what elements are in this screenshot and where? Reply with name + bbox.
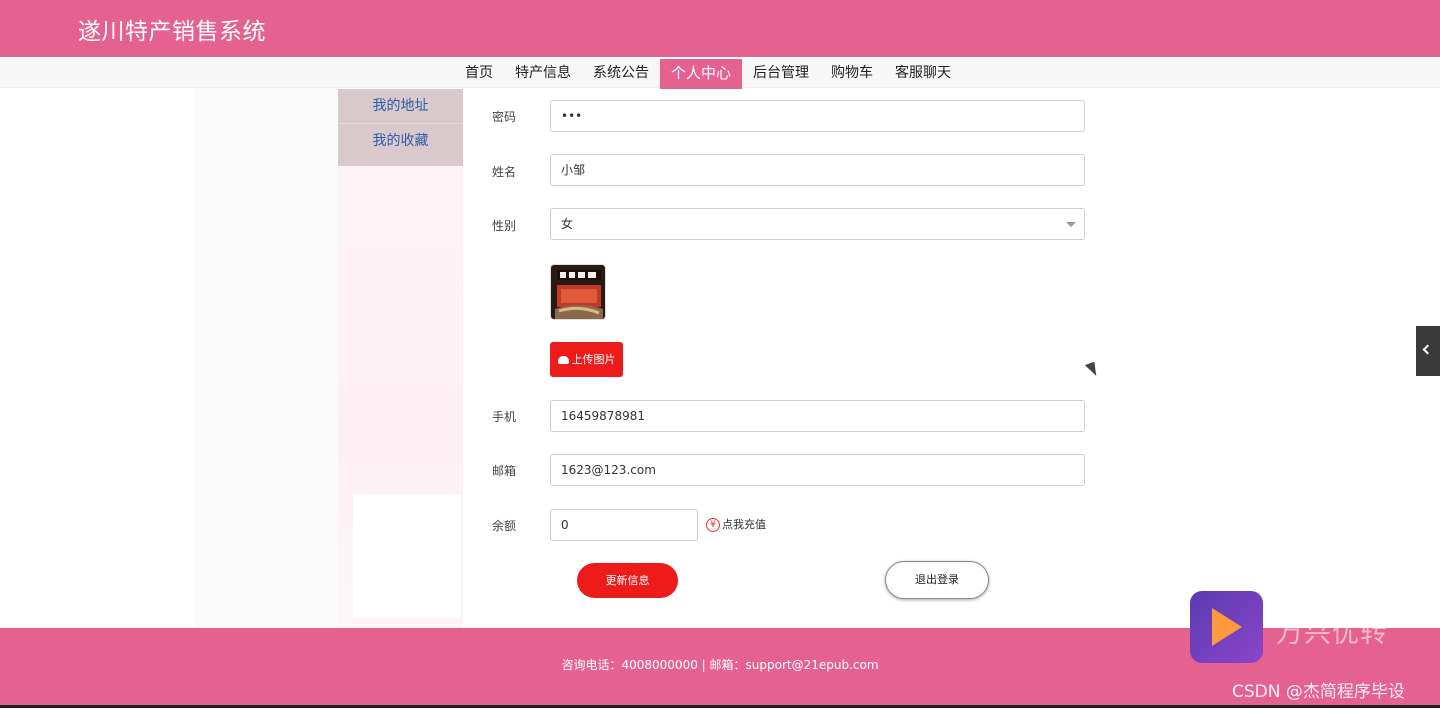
- nav-item-announcements[interactable]: 系统公告: [582, 59, 660, 88]
- watermark-logo-icon: [1190, 591, 1263, 663]
- top-nav: 首页 特产信息 系统公告 个人中心 后台管理 购物车 客服聊天: [0, 59, 1440, 89]
- phone-field[interactable]: 16459878981: [550, 400, 1085, 432]
- name-field[interactable]: 小邹: [550, 154, 1085, 186]
- nav-items: 首页 特产信息 系统公告 个人中心 后台管理 购物车 客服聊天: [454, 59, 962, 89]
- watermark-app-name: 万兴优转: [1276, 618, 1388, 649]
- nav-item-cart[interactable]: 购物车: [820, 59, 884, 88]
- sidebar: 我的地址 我的收藏: [338, 89, 463, 166]
- name-label: 姓名: [492, 165, 517, 179]
- password-label: 密码: [492, 110, 517, 124]
- nav-item-products[interactable]: 特产信息: [504, 59, 582, 88]
- logout-button[interactable]: 退出登录: [885, 561, 989, 599]
- upload-image-button[interactable]: 上传图片: [550, 342, 623, 377]
- recharge-label: 点我充值: [722, 518, 766, 531]
- phone-label: 手机: [492, 410, 517, 424]
- gender-select[interactable]: 女: [550, 208, 1085, 240]
- watermark-csdn: CSDN @杰简程序毕设: [1232, 682, 1405, 702]
- cloud-upload-icon: [557, 356, 569, 364]
- chevron-down-icon: [1066, 222, 1076, 227]
- side-panel-toggle[interactable]: [1416, 326, 1440, 376]
- upload-image-label: 上传图片: [571, 353, 616, 366]
- email-label: 邮箱: [492, 464, 517, 478]
- background-panel-sidebar-white: [353, 494, 461, 618]
- avatar-image: [550, 264, 606, 320]
- balance-label: 余额: [492, 519, 517, 533]
- email-field[interactable]: 1623@123.com: [550, 454, 1085, 486]
- header-bar: 遂川特产销售系统: [0, 0, 1440, 57]
- chevron-left-icon: [1422, 344, 1433, 355]
- yen-coin-icon: ¥: [706, 518, 720, 532]
- recharge-link[interactable]: ¥ 点我充值: [706, 516, 766, 532]
- sidebar-item-my-favorites[interactable]: 我的收藏: [338, 123, 463, 157]
- site-title: 遂川特产销售系统: [78, 19, 266, 45]
- nav-item-admin[interactable]: 后台管理: [742, 59, 820, 88]
- sidebar-item-my-address[interactable]: 我的地址: [338, 89, 463, 123]
- page: 遂川特产销售系统 首页 特产信息 系统公告 个人中心 后台管理 购物车 客服聊天…: [0, 0, 1440, 708]
- nav-item-personal-center[interactable]: 个人中心: [660, 59, 743, 89]
- gender-select-value: 女: [561, 217, 574, 231]
- update-info-button[interactable]: 更新信息: [577, 563, 678, 598]
- mouse-cursor-icon: [1084, 361, 1100, 379]
- gender-label: 性别: [492, 219, 517, 233]
- password-field[interactable]: •••: [550, 100, 1085, 132]
- nav-item-home[interactable]: 首页: [454, 59, 504, 88]
- nav-item-customer-chat[interactable]: 客服聊天: [884, 59, 962, 88]
- play-icon: [1212, 608, 1242, 646]
- balance-field: 0: [550, 509, 698, 541]
- background-panel-left: [195, 88, 338, 628]
